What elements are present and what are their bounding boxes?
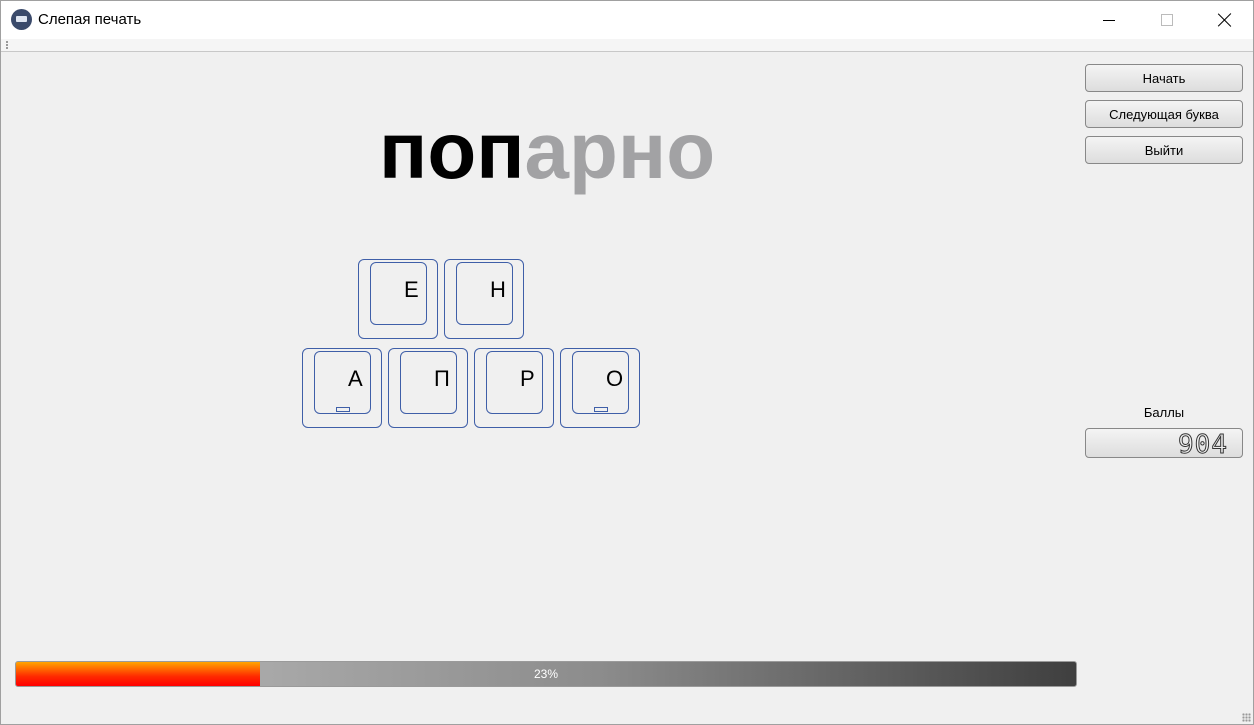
home-row-bump-icon bbox=[594, 407, 608, 412]
target-word: попарно bbox=[379, 101, 715, 201]
start-button[interactable]: Начать bbox=[1085, 64, 1243, 92]
key-e: Е bbox=[358, 259, 438, 339]
window-title: Слепая печать bbox=[38, 11, 142, 28]
key-a: А bbox=[302, 348, 382, 428]
score-value: 904 bbox=[1178, 430, 1228, 461]
minimize-icon bbox=[1103, 19, 1115, 21]
key-r: Р bbox=[474, 348, 554, 428]
key-n: Н bbox=[444, 259, 524, 339]
progress-bar: 23% bbox=[15, 661, 1077, 687]
key-label: О bbox=[606, 366, 624, 391]
key-p: П bbox=[388, 348, 468, 428]
home-row-bump-icon bbox=[336, 407, 350, 412]
maximize-button bbox=[1138, 1, 1196, 39]
next-letter-button[interactable]: Следующая буква bbox=[1085, 100, 1243, 128]
keyboard-icon bbox=[11, 9, 32, 30]
key-label: А bbox=[348, 366, 363, 391]
score-label: Баллы bbox=[1143, 405, 1185, 420]
key-label: Е bbox=[404, 277, 419, 302]
minimize-button[interactable] bbox=[1080, 1, 1138, 39]
toolbar bbox=[1, 39, 1253, 52]
close-button[interactable] bbox=[1196, 1, 1253, 39]
close-icon bbox=[1218, 13, 1232, 27]
key-label: Н bbox=[490, 277, 506, 302]
resize-grip-icon[interactable] bbox=[1242, 713, 1251, 722]
exit-button[interactable]: Выйти bbox=[1085, 136, 1243, 164]
key-label: Р bbox=[520, 366, 535, 391]
typed-letters: поп bbox=[379, 106, 525, 195]
progress-text: 23% bbox=[533, 667, 559, 681]
remaining-letters: арно bbox=[524, 106, 716, 195]
title-bar[interactable]: Слепая печать bbox=[1, 1, 1253, 39]
maximize-icon bbox=[1161, 14, 1173, 26]
key-o: О bbox=[560, 348, 640, 428]
score-display: 904 bbox=[1085, 428, 1243, 461]
app-window: Слепая печать попарно Е Н А П Р О Начать… bbox=[0, 0, 1254, 725]
key-label: П bbox=[434, 366, 450, 391]
toolbar-grip-icon[interactable] bbox=[6, 41, 10, 49]
